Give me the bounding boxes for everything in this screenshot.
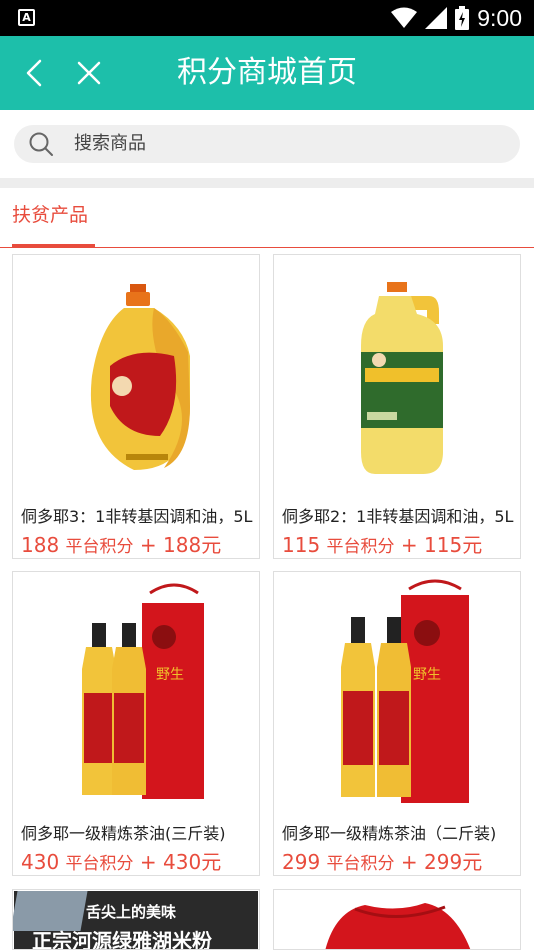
- banner-line1: 舌尖上的美味: [86, 903, 177, 921]
- product-price: 430 平台积分 + 430元: [21, 846, 221, 875]
- product-price: 188 平台积分 + 188元: [21, 529, 221, 558]
- price-plus: +: [400, 850, 418, 874]
- price-points: 299: [282, 850, 321, 874]
- search-area: 搜索商品: [0, 110, 534, 178]
- product-name: 侗多耶一级精炼茶油（二斤装): [282, 824, 497, 843]
- price-points: 188: [21, 533, 60, 557]
- points-label: 平台积分: [326, 854, 395, 874]
- product-image: [90, 284, 190, 470]
- product-card[interactable]: 侗多耶3：1非转基因调和油，5L 188 平台积分 + 188元: [12, 254, 260, 559]
- price-yuan: 430元: [163, 850, 222, 874]
- svg-text:野生: 野生: [156, 667, 184, 683]
- status-bar: A 9:00: [0, 0, 534, 36]
- product-card[interactable]: 野生 侗多耶一级精炼茶油（二斤装) 299 平台积分 + 299元: [273, 571, 521, 876]
- price-yuan: 115元: [424, 533, 483, 557]
- notification-icon: A: [18, 9, 35, 26]
- product-image: [325, 903, 471, 949]
- price-yuan: 299元: [424, 850, 483, 874]
- search-input[interactable]: 搜索商品: [14, 125, 520, 163]
- page-title: 积分商城首页: [177, 55, 357, 90]
- product-price: 115 平台积分 + 115元: [282, 529, 482, 558]
- price-plus: +: [400, 533, 418, 557]
- product-card[interactable]: [273, 889, 521, 950]
- search-placeholder: 搜索商品: [74, 133, 146, 154]
- signal-icon: [425, 7, 448, 29]
- product-name: 侗多耶2：1非转基因调和油，5L: [282, 507, 514, 526]
- search-icon: [29, 132, 53, 156]
- product-image: 野生: [82, 583, 204, 799]
- tab-poverty-products[interactable]: 扶贫产品: [12, 188, 95, 247]
- product-name: 侗多耶3：1非转基因调和油，5L: [21, 507, 253, 526]
- app-header: 积分商城首页: [0, 36, 534, 110]
- product-image: 野生: [341, 579, 469, 803]
- category-tabs: 扶贫产品: [0, 188, 534, 248]
- product-price: 299 平台积分 + 299元: [282, 846, 482, 875]
- banner-line2: 正宗河源绿雅湖米粉: [32, 929, 212, 950]
- price-yuan: 188元: [163, 533, 222, 557]
- product-image: 舌尖上的美味 正宗河源绿雅湖米粉: [13, 891, 258, 950]
- price-points: 115: [282, 533, 321, 557]
- product-card[interactable]: 野生 侗多耶一级精炼茶油(三斤装) 430 平台积分 + 430元: [12, 571, 260, 876]
- status-icons: 9:00: [391, 3, 522, 33]
- price-plus: +: [139, 533, 157, 557]
- points-label: 平台积分: [65, 537, 134, 557]
- svg-text:野生: 野生: [413, 667, 441, 683]
- product-name: 侗多耶一级精炼茶油(三斤装): [21, 824, 226, 843]
- section-divider: [0, 178, 534, 188]
- battery-icon: [455, 6, 470, 30]
- clock: 9:00: [477, 5, 522, 31]
- wifi-icon: [391, 7, 418, 28]
- price-points: 430: [21, 850, 60, 874]
- points-label: 平台积分: [65, 854, 134, 874]
- product-card[interactable]: 侗多耶2：1非转基因调和油，5L 115 平台积分 + 115元: [273, 254, 521, 559]
- price-plus: +: [139, 850, 157, 874]
- points-label: 平台积分: [326, 537, 395, 557]
- product-card[interactable]: 舌尖上的美味 正宗河源绿雅湖米粉: [12, 889, 260, 950]
- product-image: [361, 282, 443, 474]
